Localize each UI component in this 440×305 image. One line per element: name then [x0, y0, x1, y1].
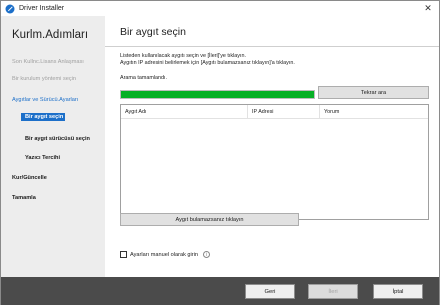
device-list-header: Aygıt Adı IP Adresi Yorum	[121, 105, 428, 119]
title-bar: Driver Installer ✕	[1, 1, 439, 16]
cancel-button[interactable]: İptal	[373, 284, 423, 299]
footer-bar: Geri İleri İptal	[1, 277, 439, 305]
device-list[interactable]: Aygıt Adı IP Adresi Yorum	[120, 104, 429, 220]
instruction-line-2: Aygıtın IP adresini belirlemek için [Ayg…	[120, 60, 295, 66]
main-panel: Bir aygıt seçin Listeden kullanılacak ay…	[105, 16, 439, 277]
search-progress-bar	[120, 90, 315, 99]
manual-settings-row: Ayarları manuel olarak girin i	[120, 251, 210, 258]
column-comment[interactable]: Yorum	[320, 105, 430, 119]
step-install-update: Kur/Güncelle	[12, 175, 47, 181]
sidebar-heading: Kurlm.Adımları	[12, 29, 89, 41]
window-title: Driver Installer	[19, 5, 65, 12]
search-status: Arama tamamlandı.	[120, 75, 168, 81]
app-icon	[5, 4, 15, 13]
step-devices-drivers: Aygıtlar ve Sürücü.Ayarları	[12, 97, 79, 103]
installer-window: Driver Installer ✕ Kurlm.Adımları Son Ku…	[0, 0, 440, 305]
info-icon[interactable]: i	[203, 251, 210, 258]
column-device-name[interactable]: Aygıt Adı	[121, 105, 248, 119]
title-divider	[105, 46, 439, 47]
instruction-line-1: Listeden kullanılacak aygıtı seçin ve [İ…	[120, 53, 246, 59]
column-ip-address[interactable]: IP Adresi	[248, 105, 320, 119]
step-select-driver: Bir aygıt sürücüsü seçin	[25, 136, 90, 142]
manual-settings-checkbox[interactable]	[120, 251, 127, 258]
search-again-button[interactable]: Tekrar ara	[318, 86, 429, 99]
step-select-device: Bir aygıt seçin	[21, 113, 66, 121]
manual-settings-label[interactable]: Ayarları manuel olarak girin	[130, 252, 198, 258]
page-title: Bir aygıt seçin	[120, 26, 186, 38]
back-button[interactable]: Geri	[245, 284, 295, 299]
step-finish: Tamamla	[12, 195, 36, 201]
steps-sidebar: Kurlm.Adımları Son Kullnc.Lisans Anlaşma…	[1, 16, 105, 277]
step-printer-preference: Yazıcı Tercihi	[25, 155, 61, 161]
step-license: Son Kullnc.Lisans Anlaşması	[12, 59, 84, 65]
close-icon[interactable]: ✕	[417, 1, 439, 16]
device-not-found-button[interactable]: Aygıt bulamazsanız tıklayın	[120, 213, 299, 226]
search-progress-fill	[121, 91, 314, 98]
next-button[interactable]: İleri	[308, 284, 358, 299]
step-install-method: Bir kurulum yöntemi seçin	[12, 76, 77, 82]
